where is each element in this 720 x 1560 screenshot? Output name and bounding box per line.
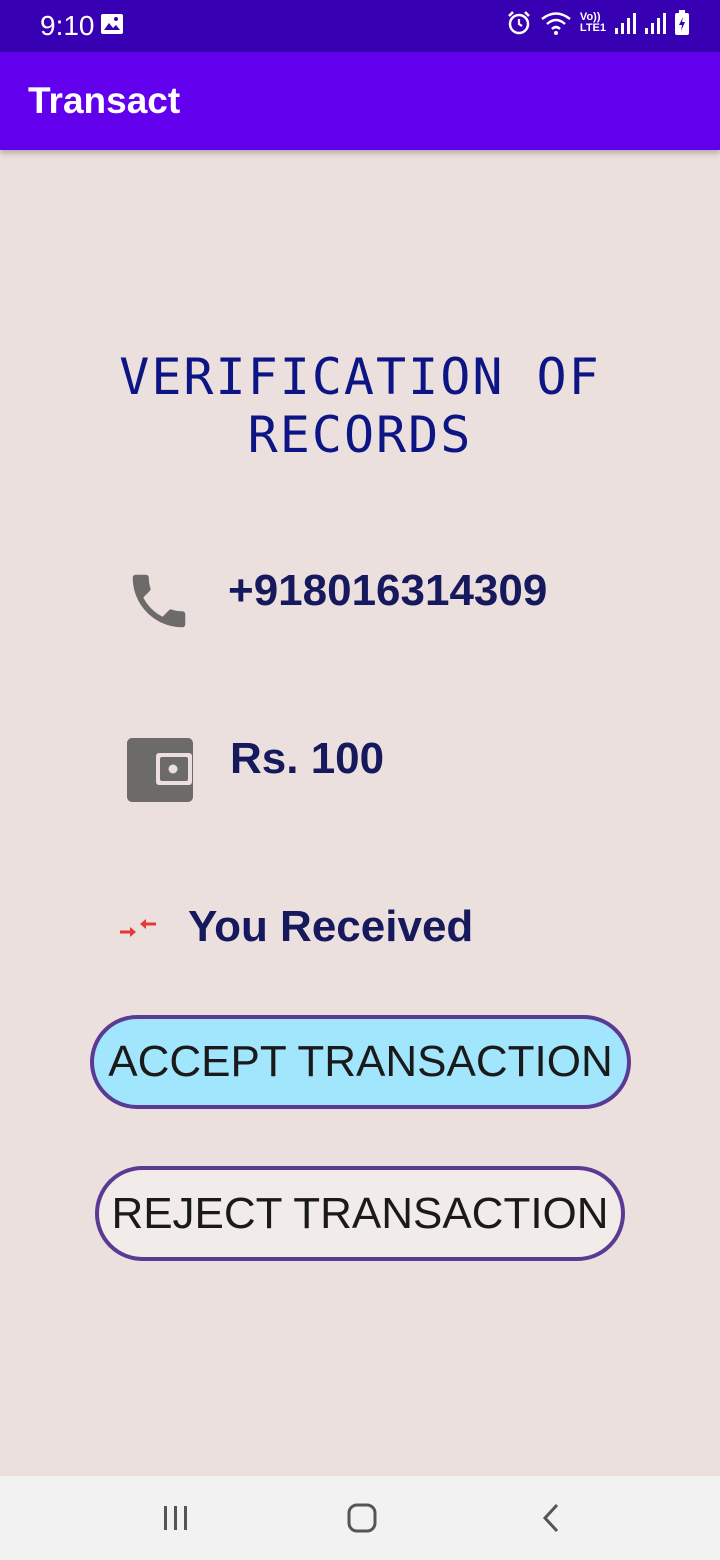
page-heading: VERIFICATION OF RECORDS bbox=[119, 348, 601, 464]
app-bar: Transact bbox=[0, 52, 720, 150]
wallet-icon bbox=[126, 737, 194, 808]
transaction-type: You Received bbox=[188, 902, 474, 951]
signal-icon bbox=[644, 11, 666, 35]
status-bar: 9:10 Vo)) LTE1 bbox=[0, 0, 720, 52]
reject-transaction-button[interactable]: REJECT TRANSACTION bbox=[95, 1166, 625, 1261]
app-title: Transact bbox=[28, 80, 181, 121]
home-icon[interactable] bbox=[344, 1500, 380, 1541]
accept-transaction-button[interactable]: ACCEPT TRANSACTION bbox=[90, 1015, 631, 1109]
wifi-icon bbox=[540, 10, 572, 36]
volte-icon: Vo)) LTE1 bbox=[579, 11, 606, 34]
status-time: 9:10 bbox=[40, 10, 95, 41]
phone-icon bbox=[124, 566, 194, 641]
phone-number: +918016314309 bbox=[228, 566, 548, 615]
alarm-icon bbox=[506, 10, 532, 36]
battery-icon bbox=[674, 10, 690, 36]
navigation-bar bbox=[0, 1476, 720, 1560]
amount-value: Rs. 100 bbox=[230, 734, 385, 783]
signal-icon bbox=[614, 11, 636, 35]
compress-arrows-icon bbox=[118, 914, 158, 947]
back-icon[interactable] bbox=[535, 1500, 567, 1541]
gallery-icon bbox=[100, 12, 124, 41]
recent-apps-icon[interactable] bbox=[160, 1502, 192, 1539]
